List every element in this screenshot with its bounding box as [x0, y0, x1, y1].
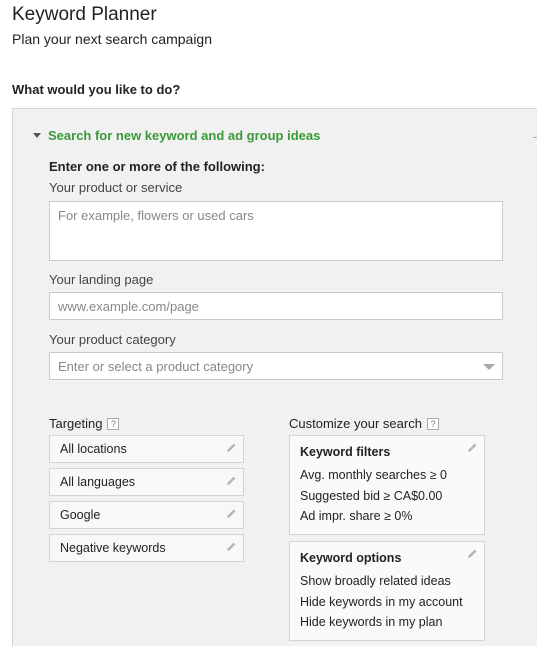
filter-line: Suggested bid ≥ CA$0.00 — [300, 488, 443, 503]
landing-page-label: Your landing page — [49, 272, 154, 287]
product-label: Your product or service — [49, 180, 183, 195]
dropdown-arrow-icon[interactable] — [483, 364, 495, 370]
category-select[interactable]: Enter or select a product category — [49, 352, 503, 380]
landing-page-input[interactable]: www.example.com/page — [49, 292, 503, 320]
panel-edge-mark — [533, 137, 537, 138]
pencil-icon — [227, 476, 236, 485]
targeting-locations[interactable]: All locations — [49, 435, 244, 463]
option-line: Show broadly related ideas — [300, 574, 451, 588]
pencil-icon — [468, 443, 477, 452]
customize-label-row: Customize your search ? — [289, 416, 439, 431]
targeting-item-label: Negative keywords — [60, 541, 166, 555]
customize-label: Customize your search — [289, 416, 422, 431]
category-placeholder: Enter or select a product category — [58, 359, 254, 374]
instruction-text: Enter one or more of the following: — [49, 159, 265, 174]
pencil-icon — [227, 443, 236, 452]
keyword-options-title: Keyword options — [300, 551, 402, 565]
category-label: Your product category — [49, 332, 176, 347]
option-line: Hide keywords in my account — [300, 594, 463, 609]
section-toggle[interactable]: Search for new keyword and ad group idea… — [33, 128, 320, 143]
targeting-label: Targeting — [49, 416, 103, 431]
product-input[interactable]: For example, flowers or used cars — [49, 201, 503, 261]
option-line: Hide keywords in my plan — [300, 615, 443, 629]
page-title: Keyword Planner — [12, 4, 157, 25]
keyword-filters-box[interactable]: Keyword filters Avg. monthly searches ≥ … — [289, 435, 485, 535]
help-icon[interactable]: ? — [107, 417, 120, 430]
question-heading: What would you like to do? — [12, 82, 181, 97]
search-panel: Search for new keyword and ad group idea… — [12, 108, 537, 646]
filter-line: Avg. monthly searches ≥ 0 — [300, 468, 447, 482]
targeting-item-label: All locations — [60, 442, 127, 456]
targeting-item-label: All languages — [60, 475, 136, 489]
pencil-icon — [227, 542, 236, 551]
targeting-label-row: Targeting ? — [49, 416, 120, 431]
section-title: Search for new keyword and ad group idea… — [48, 128, 321, 143]
pencil-icon — [468, 549, 477, 558]
page-subtitle: Plan your next search campaign — [12, 31, 212, 47]
targeting-item-label: Google — [60, 508, 101, 522]
help-icon[interactable]: ? — [426, 417, 439, 430]
targeting-network[interactable]: Google — [49, 501, 244, 529]
filter-line: Ad impr. share ≥ 0% — [300, 509, 413, 523]
targeting-negative-keywords[interactable]: Negative keywords — [49, 534, 244, 562]
caret-down-icon — [33, 133, 41, 138]
pencil-icon — [227, 509, 236, 518]
keyword-options-box[interactable]: Keyword options Show broadly related ide… — [289, 541, 485, 641]
keyword-filters-title: Keyword filters — [300, 445, 391, 459]
targeting-languages[interactable]: All languages — [49, 468, 244, 496]
